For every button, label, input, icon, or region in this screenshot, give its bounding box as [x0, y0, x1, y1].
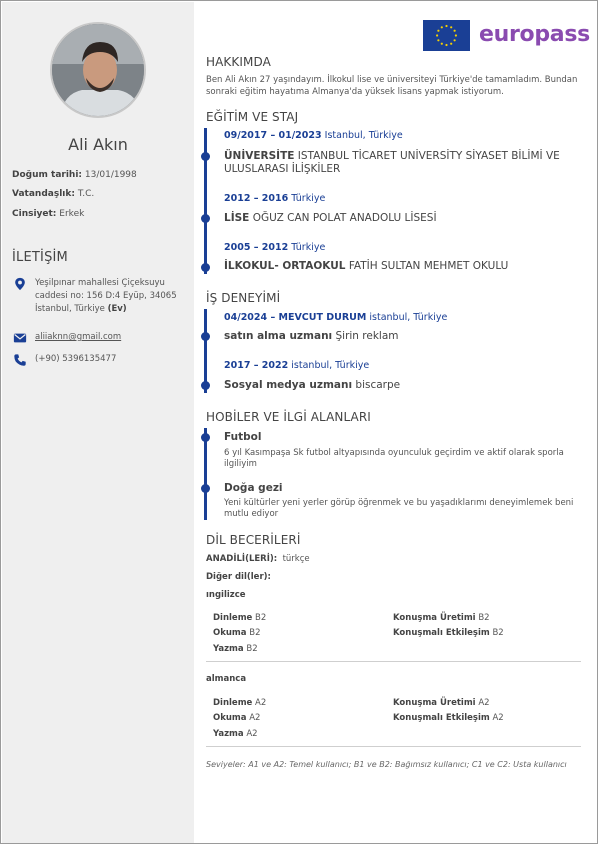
reading-row-1: Okuma B2	[213, 628, 261, 638]
level-legend-note: Seviyeler: A1 ve A2: Temel kullanıcı; B1…	[206, 760, 567, 769]
profile-photo	[52, 24, 144, 116]
gender-row: Cinsiyet: Erkek	[12, 209, 84, 219]
avatar	[50, 22, 146, 118]
spoken-production-row-1: Konuşma Üretimi B2	[393, 613, 490, 623]
experience-heading: İŞ DENEYİMİ	[206, 291, 281, 305]
reading-row-2: Okuma A2	[213, 713, 261, 723]
contact-heading: İLETİŞİM	[12, 250, 68, 265]
sidebar: Ali Akın Doğum tarihi: 13/01/1998 Vatand…	[2, 2, 194, 843]
experience-date-2: 2017 – 2022 istanbul, Türkiye	[224, 360, 370, 371]
writing-row-2: Yazma A2	[213, 729, 258, 739]
education-heading: EĞİTİM VE STAJ	[206, 110, 299, 124]
listening-row-1: Dinleme B2	[213, 613, 267, 623]
address-tag: (Ev)	[107, 304, 127, 314]
education-date-1: 09/2017 – 01/2023 Istanbul, Türkiye	[224, 130, 403, 141]
email-link[interactable]: aliiaknn@gmail.com	[35, 332, 121, 342]
other-languages-label: Diğer dil(ler):	[206, 572, 271, 582]
address-row: Yeşilpınar mahallesi Çiçeksuyu caddesi n…	[12, 277, 192, 317]
europass-wordmark: europass	[479, 22, 590, 47]
native-language-row: ANADİLİ(LERİ): türkçe	[206, 554, 310, 564]
person-name: Ali Akın	[68, 135, 128, 154]
experience-entry-1: satın alma uzmanı Şirin reklam	[224, 330, 399, 342]
location-pin-icon	[15, 277, 25, 291]
address-text: Yeşilpınar mahallesi Çiçeksuyu caddesi n…	[35, 278, 177, 314]
europass-logo: europass	[423, 20, 590, 52]
education-date-3: 2005 – 2012 Türkiye	[224, 242, 326, 253]
education-entry-2: LİSE OĞUZ CAN POLAT ANADOLU LİSESİ	[224, 212, 437, 224]
citizenship-row: Vatandaşlık: T.C.	[12, 189, 94, 199]
hobby-title-1: Futbol	[224, 431, 262, 443]
timeline-dot	[201, 263, 210, 272]
phone-row: (+90) 5396135477	[12, 353, 192, 367]
birth-date-row: Doğum tarihi: 13/01/1998	[12, 170, 137, 180]
about-text: Ben Ali Akın 27 yaşındayım. İlkokul lise…	[206, 75, 578, 97]
divider	[206, 661, 581, 662]
spoken-interaction-row-2: Konuşmalı Etkileşim A2	[393, 713, 504, 723]
birth-date-value: 13/01/1998	[84, 170, 137, 180]
spoken-production-row-2: Konuşma Üretimi A2	[393, 698, 490, 708]
writing-row-1: Yazma B2	[213, 644, 258, 654]
education-entry-1: ÜNİVERSİTE ISTANBUL TİCARET UNİVERSİTY S…	[224, 150, 560, 175]
language-name-1: ıngilizce	[206, 590, 246, 600]
timeline-dot	[201, 152, 210, 161]
eu-flag-icon	[423, 20, 470, 51]
hobby-desc-2: Yeni kültürler yeni yerler görüp öğrenme…	[224, 498, 574, 519]
about-heading: HAKKIMDA	[206, 55, 271, 69]
education-timeline	[204, 128, 207, 274]
listening-row-2: Dinleme A2	[213, 698, 267, 708]
hobby-desc-1: 6 yıl Kasımpaşa Sk futbol altyapısında o…	[224, 448, 564, 469]
email-row: aliiaknn@gmail.com	[12, 331, 192, 345]
languages-heading: DİL BECERİLERİ	[206, 533, 301, 547]
timeline-dot	[201, 332, 210, 341]
envelope-icon	[13, 333, 27, 343]
cv-page: Ali Akın Doğum tarihi: 13/01/1998 Vatand…	[0, 0, 598, 844]
timeline-dot	[201, 381, 210, 390]
timeline-dot	[201, 433, 210, 442]
experience-date-1: 04/2024 – MEVCUT DURUM istanbul, Türkiye	[224, 312, 448, 323]
spoken-interaction-row-1: Konuşmalı Etkileşim B2	[393, 628, 504, 638]
timeline-dot	[201, 214, 210, 223]
citizenship-label: Vatandaşlık:	[12, 189, 75, 199]
citizenship-value: T.C.	[77, 189, 95, 199]
hobby-title-2: Doğa gezi	[224, 482, 283, 494]
education-date-2: 2012 – 2016 Türkiye	[224, 193, 326, 204]
divider	[206, 746, 581, 747]
education-entry-3: İLKOKUL- ORTAOKUL FATİH SULTAN MEHMET OK…	[224, 260, 509, 272]
gender-label: Cinsiyet:	[12, 209, 57, 219]
phone-icon	[14, 354, 26, 366]
gender-value: Erkek	[59, 209, 85, 219]
experience-entry-2: Sosyal medya uzmanı biscarpe	[224, 379, 401, 391]
birth-date-label: Doğum tarihi:	[12, 170, 83, 180]
native-language-value: türkçe	[282, 554, 310, 564]
hobbies-heading: HOBİLER VE İLGİ ALANLARI	[206, 410, 371, 424]
native-language-label: ANADİLİ(LERİ):	[206, 554, 278, 564]
language-name-2: almanca	[206, 674, 247, 684]
timeline-dot	[201, 484, 210, 493]
phone-text: (+90) 5396135477	[35, 354, 117, 364]
